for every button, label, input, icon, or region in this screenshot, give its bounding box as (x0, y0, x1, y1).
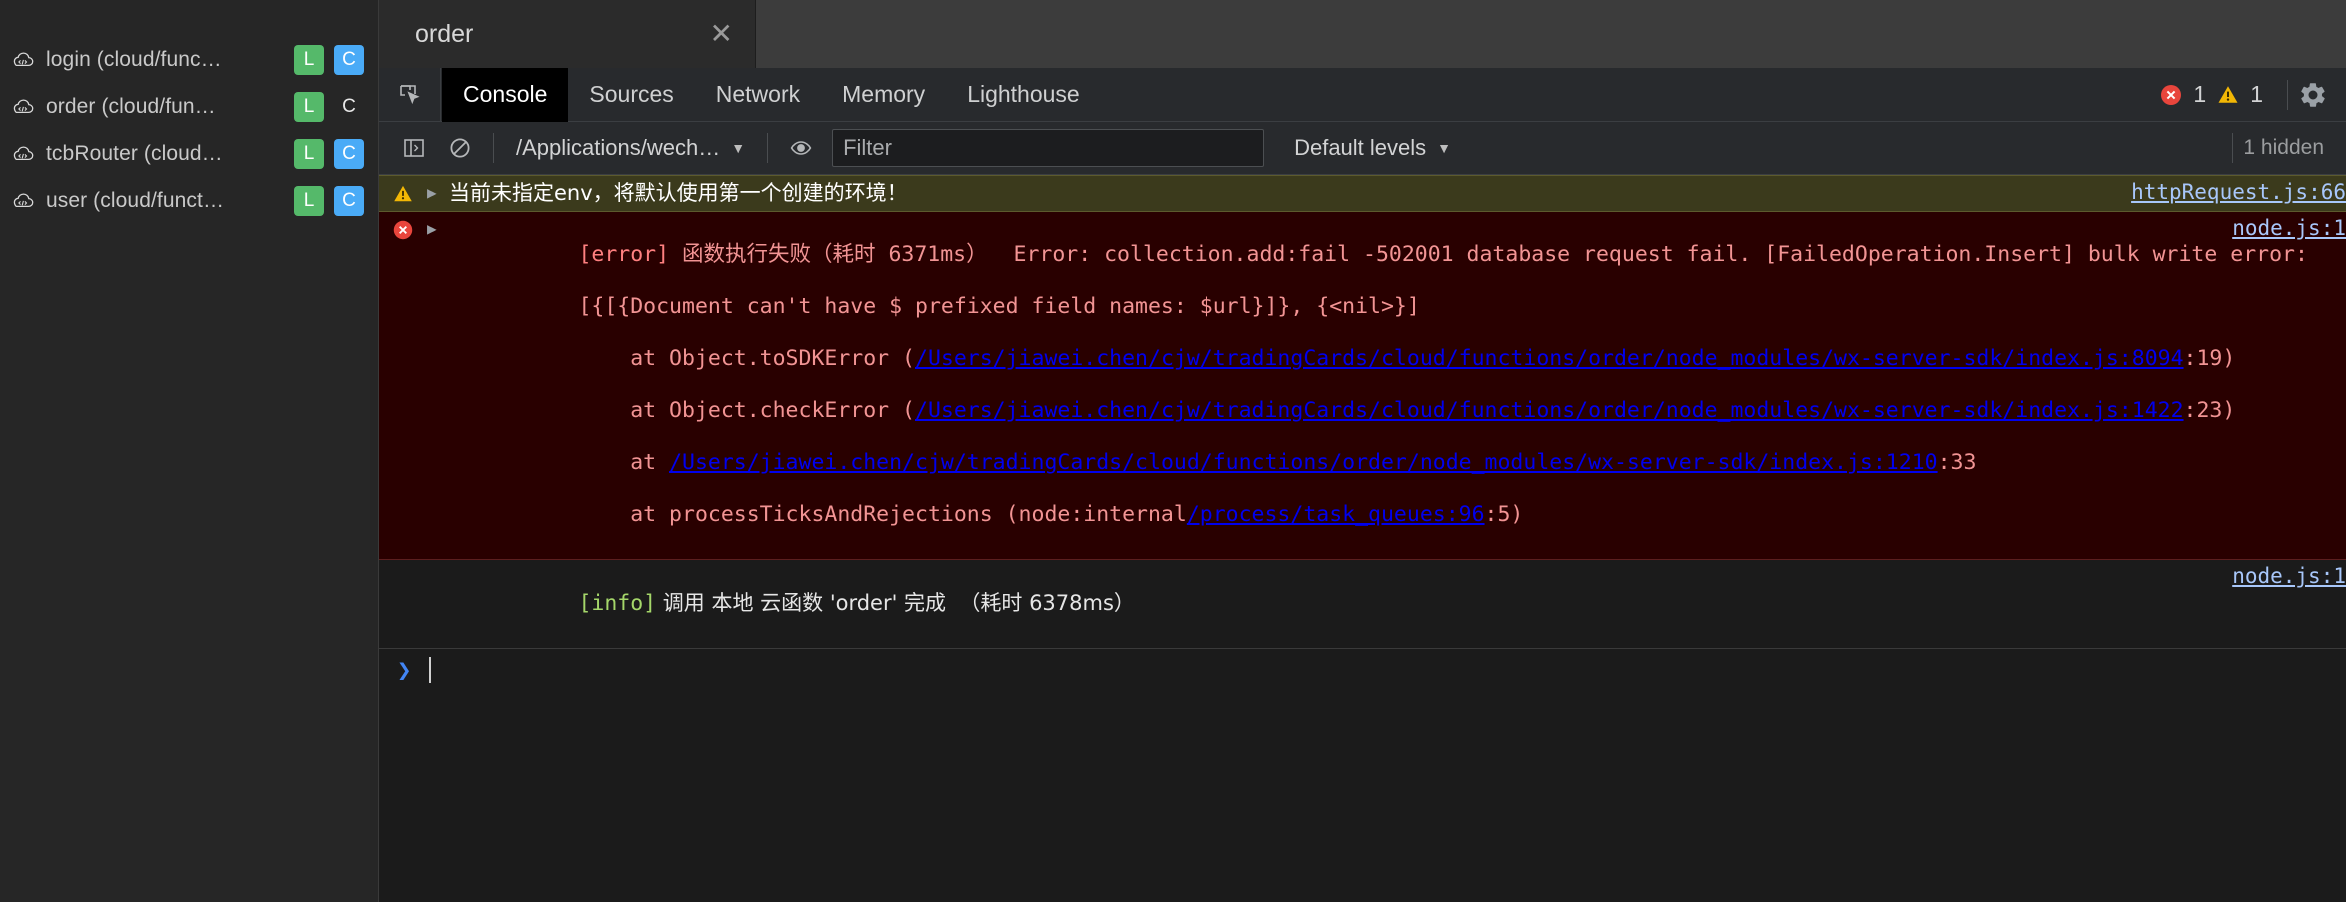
local-badge[interactable]: L (294, 91, 324, 122)
log-levels-selector[interactable]: Default levels ▼ (1278, 135, 1467, 161)
stack-suffix: :5) (1484, 502, 1524, 527)
warning-count: 1 (2250, 81, 2263, 107)
stack-suffix: :23) (2183, 398, 2236, 423)
issue-counters[interactable]: 1 1 (2158, 81, 2277, 108)
tab-console[interactable]: Console (442, 67, 569, 122)
cloud-badge[interactable]: C (334, 92, 364, 122)
clear-console-icon[interactable] (437, 125, 483, 171)
filter-input-wrapper[interactable] (832, 129, 1265, 167)
local-badge[interactable]: L (294, 44, 324, 75)
window-tab-order[interactable]: order ✕ (379, 0, 756, 68)
sidebar-item-order[interactable]: order (cloud/fun… L C (0, 83, 378, 130)
warning-triangle-icon (379, 176, 427, 206)
source-link[interactable]: node.js:1 (2232, 216, 2346, 240)
console-message-error[interactable]: ▶ [error] 函数执行失败（耗时 6371ms） Error: colle… (379, 212, 2346, 560)
stack-link[interactable]: /Users/jiawei.chen/cjw/tradingCards/clou… (915, 346, 2184, 371)
info-gutter (379, 560, 427, 566)
stack-prefix: at Object.toSDKError ( (578, 346, 915, 371)
window-tab-title: order (415, 19, 474, 48)
cloud-code-icon (10, 94, 36, 120)
error-line-1: 函数执行失败（耗时 6371ms） Error: collection.add:… (669, 242, 2308, 267)
console-sidebar-icon[interactable] (391, 125, 437, 171)
error-circle-icon (379, 212, 427, 242)
hidden-count-label: 1 hidden (2243, 136, 2324, 159)
cloud-code-icon (10, 188, 36, 214)
app-window: login (cloud/func… L C order (cloud/fun…… (0, 0, 2346, 902)
settings-button[interactable] (2298, 80, 2346, 110)
gear-icon (2301, 82, 2325, 107)
error-tag: [error] (578, 242, 670, 267)
sidebar-item-tcbrouter[interactable]: tcbRouter (cloud… L C (0, 130, 378, 177)
console-output[interactable]: ▶ 当前未指定env，将默认使用第一个创建的环境！ httpRequest.js… (379, 175, 2346, 902)
console-message-info[interactable]: [info] 调用 本地 云函数 'order' 完成 （耗时 6378ms） … (379, 560, 2346, 649)
expand-arrow-icon[interactable]: ▶ (427, 176, 449, 202)
chevron-down-icon: ▼ (731, 140, 746, 156)
window-tab-strip: order ✕ (379, 0, 2346, 68)
local-badge[interactable]: L (294, 138, 324, 169)
console-filter-toolbar: /Applications/wech… ▼ Default levels ▼ 1… (379, 122, 2346, 175)
info-tag: [info] (578, 591, 657, 616)
error-circle-icon (2161, 84, 2182, 105)
sidebar-item-label: tcbRouter (cloud… (46, 141, 223, 165)
toolbar-divider (2287, 79, 2288, 110)
error-count: 1 (2193, 81, 2207, 107)
sidebar-item-label: order (cloud/fun… (46, 94, 216, 118)
sidebar-item-user[interactable]: user (cloud/funct… L C (0, 177, 378, 224)
error-line-2: [{[{Document can't have $ prefixed field… (578, 294, 1420, 319)
cloud-badge[interactable]: C (334, 138, 364, 169)
toolbar-divider (493, 133, 494, 163)
stack-prefix: at Object.checkError ( (578, 398, 915, 423)
devtools-pane: order ✕ Console Sources Network Memory L… (379, 0, 2346, 902)
text-cursor (429, 657, 432, 683)
tab-sources[interactable]: Sources (568, 68, 694, 122)
inspect-element-icon[interactable] (379, 67, 441, 122)
info-arrow-placeholder (427, 560, 449, 567)
expand-arrow-icon[interactable]: ▶ (427, 212, 449, 238)
tab-lighthouse[interactable]: Lighthouse (946, 68, 1101, 122)
search-input[interactable] (843, 135, 1254, 161)
devtools-tab-bar: Console Sources Network Memory Lighthous… (379, 67, 2346, 122)
toolbar-divider (767, 133, 769, 163)
chevron-down-icon: ▼ (1437, 140, 1452, 156)
warning-triangle-icon (2218, 85, 2238, 103)
stack-link[interactable]: /process/task_queues:96 (1187, 502, 1485, 527)
stack-link[interactable]: /Users/jiawei.chen/cjw/tradingCards/clou… (669, 450, 1938, 475)
close-icon[interactable]: ✕ (710, 20, 733, 48)
sidebar-item-label: login (cloud/func… (46, 47, 222, 71)
source-link[interactable]: httpRequest.js:66 (2131, 180, 2346, 204)
console-message-warning[interactable]: ▶ 当前未指定env，将默认使用第一个创建的环境！ httpRequest.js… (379, 175, 2346, 212)
stack-prefix: at processTicksAndRejections (node:inter… (578, 502, 1187, 527)
cloud-code-icon (10, 47, 36, 73)
context-selector[interactable]: /Applications/wech… ▼ (504, 135, 757, 161)
stack-suffix: :33 (1937, 450, 1977, 475)
cloud-badge[interactable]: C (334, 185, 364, 216)
live-expression-icon[interactable] (778, 125, 824, 171)
sidebar-item-login[interactable]: login (cloud/func… L C (0, 36, 378, 83)
stack-link[interactable]: /Users/jiawei.chen/cjw/tradingCards/clou… (915, 398, 2184, 423)
toolbar-divider (2232, 133, 2234, 163)
warning-message-text: 当前未指定env，将默认使用第一个创建的环境！ (449, 181, 908, 205)
source-link[interactable]: node.js:1 (2232, 564, 2346, 588)
error-message-body: [error] 函数执行失败（耗时 6371ms） Error: collect… (449, 212, 2346, 559)
local-badge[interactable]: L (294, 185, 324, 216)
stack-prefix: at (578, 450, 670, 475)
tab-network[interactable]: Network (695, 68, 821, 122)
cloud-functions-sidebar: login (cloud/func… L C order (cloud/fun…… (0, 0, 379, 902)
prompt-caret-icon: ❯ (397, 656, 412, 684)
log-levels-label: Default levels (1294, 135, 1427, 160)
stack-suffix: :19) (2183, 346, 2236, 371)
info-message-body: [info] 调用 本地 云函数 'order' 完成 （耗时 6378ms） (449, 560, 2346, 648)
cloud-badge[interactable]: C (334, 44, 364, 75)
info-message-text: 调用 本地 云函数 'order' 完成 （耗时 6378ms） (656, 591, 1135, 615)
console-prompt[interactable]: ❯ (379, 649, 2346, 691)
context-selector-label: /Applications/wech… (516, 135, 721, 160)
cloud-code-icon (10, 141, 36, 167)
tab-memory[interactable]: Memory (821, 68, 946, 122)
sidebar-item-label: user (cloud/funct… (46, 188, 225, 212)
